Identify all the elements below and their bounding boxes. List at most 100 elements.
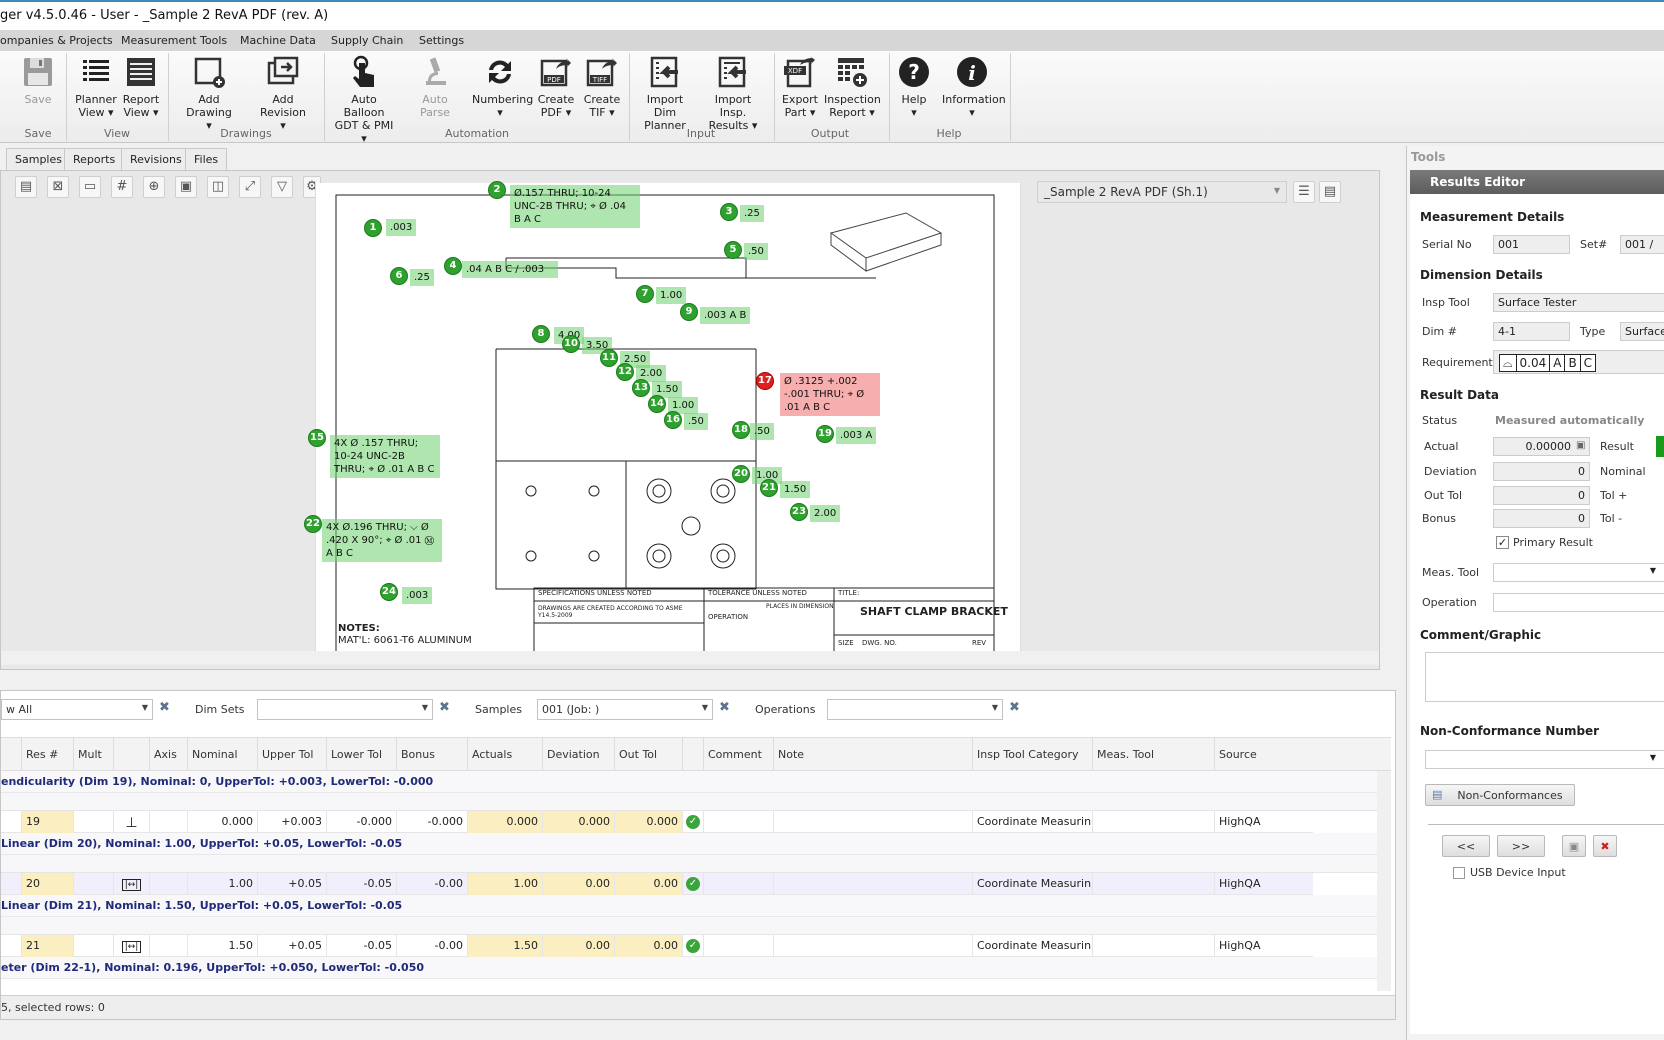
cell-symbol[interactable]: ⊥ (113, 811, 149, 833)
balloon[interactable]: 21 (760, 479, 778, 497)
cell-meas-tool[interactable] (1092, 811, 1214, 833)
balloon[interactable]: 1 (364, 219, 382, 237)
cell-deviation[interactable]: 0.000 (542, 811, 614, 833)
tab-revisions[interactable]: Revisions (121, 148, 191, 170)
cell-lower[interactable]: -0.000 (326, 811, 396, 833)
balloon[interactable]: 6 (390, 267, 408, 285)
cell-actual[interactable]: 1.50 (467, 935, 542, 957)
cell-res[interactable]: 20 (21, 873, 73, 895)
balloon[interactable]: 3 (720, 203, 738, 221)
cell-lower[interactable]: -0.05 (326, 935, 396, 957)
balloon[interactable]: 23 (790, 503, 808, 521)
usb-device-input-checkbox[interactable] (1453, 867, 1465, 879)
save-result-button[interactable]: ▣ (1562, 835, 1586, 857)
cell-mult[interactable] (73, 873, 113, 895)
group-header-row[interactable]: Linear (Dim 20), Nominal: 1.00, UpperTol… (1, 833, 1377, 855)
import-dim-planner-button[interactable]: Import Dim Planner (636, 55, 694, 132)
col-out-tol[interactable]: Out Tol (614, 738, 682, 772)
col-mult[interactable]: Mult (73, 738, 113, 772)
group-header-row[interactable]: Linear (Dim 21), Nominal: 1.50, UpperTol… (1, 895, 1377, 917)
cell-source[interactable]: HighQA (1214, 873, 1313, 895)
cell-upper[interactable]: +0.05 (257, 935, 326, 957)
dim-sets-select[interactable]: ▼ (257, 699, 433, 720)
samples-select[interactable]: 001 (Job: ) ▼ (537, 699, 713, 720)
cell-nominal[interactable]: 1.50 (187, 935, 257, 957)
cell-outtol[interactable]: 0.00 (614, 873, 682, 895)
clear-samples-icon[interactable]: ✖ (719, 700, 730, 715)
cell-note[interactable] (773, 935, 972, 957)
cell-bonus[interactable]: -0.000 (396, 811, 467, 833)
numbering-button[interactable]: Numbering ▾ (472, 55, 533, 119)
fit-width-icon[interactable]: ◫ (207, 176, 229, 198)
save-button[interactable]: Save (20, 55, 56, 106)
list-view-icon[interactable]: ☰ (1293, 181, 1315, 203)
col-actuals[interactable]: Actuals (467, 738, 542, 772)
cell-axis[interactable] (149, 935, 187, 957)
cell-status[interactable]: ✓ (682, 873, 703, 895)
meas-tool-select[interactable]: ▼ (1493, 563, 1664, 582)
menu-companies-projects[interactable]: ompanies & Projects (0, 34, 113, 47)
planner-view-button[interactable]: Planner View ▾ (72, 55, 120, 119)
cell-outtol[interactable]: 0.000 (614, 811, 682, 833)
table-row[interactable]: 20 |↔| 1.00 +0.05 -0.05 -0.00 1.00 0.00 0.00 ✓ Coo… (1, 873, 1313, 895)
cell-insp-tool[interactable]: Coordinate Measurin... (972, 935, 1092, 957)
drawing-horizontal-scrollbar[interactable] (1, 651, 1379, 665)
clear-view-filter-icon[interactable]: ✖ (159, 700, 170, 715)
bonus-field[interactable]: 0 (1493, 509, 1590, 528)
balloon[interactable]: 12 (616, 363, 634, 381)
balloon[interactable]: 9 (680, 303, 698, 321)
help-button[interactable]: ? Help ▾ (896, 55, 932, 119)
col-res-num[interactable]: Res # (21, 738, 73, 772)
create-pdf-button[interactable]: PDF Create PDF ▾ (536, 55, 576, 119)
cell-meas-tool[interactable] (1092, 873, 1214, 895)
export-part-button[interactable]: XDF Export Part ▾ (780, 55, 820, 119)
col-comment[interactable]: Comment (703, 738, 773, 772)
cell-nominal[interactable]: 0.000 (187, 811, 257, 833)
cell-deviation[interactable]: 0.00 (542, 935, 614, 957)
cell-note[interactable] (773, 873, 972, 895)
col-nominal[interactable]: Nominal (187, 738, 257, 772)
cell-insp-tool[interactable]: Coordinate Measurin... (972, 811, 1092, 833)
previous-button[interactable]: << (1442, 835, 1490, 857)
clear-box-icon[interactable]: ⊠ (47, 176, 69, 198)
cell-symbol[interactable]: |↔| (113, 935, 149, 957)
cell-meas-tool[interactable] (1092, 935, 1214, 957)
cell-source[interactable]: HighQA (1214, 935, 1313, 957)
balloon[interactable]: 7 (636, 285, 654, 303)
cell-comment[interactable] (703, 811, 773, 833)
col-source[interactable]: Source (1214, 738, 1313, 772)
operation-field[interactable] (1493, 593, 1664, 612)
cell-insp-tool[interactable]: Coordinate Measurin... (972, 873, 1092, 895)
save-small-icon[interactable]: ▣ (1576, 440, 1585, 451)
cell-res[interactable]: 21 (21, 935, 73, 957)
report-view-button[interactable]: Report View ▾ (120, 55, 162, 119)
cell-note[interactable] (773, 811, 972, 833)
dim-number-field[interactable]: 4-1 (1493, 322, 1570, 341)
col-status[interactable] (682, 738, 703, 772)
rectangle-icon[interactable]: ▭ (79, 176, 101, 198)
balloon[interactable]: 19 (816, 425, 834, 443)
balloon[interactable]: 5 (724, 241, 742, 259)
deviation-field[interactable]: 0 (1493, 462, 1590, 481)
cell-symbol[interactable]: |↔| (113, 873, 149, 895)
balloon[interactable]: 2 (488, 181, 506, 199)
import-insp-results-button[interactable]: Import Insp. Results ▾ (700, 55, 766, 132)
view-filter-select[interactable]: w All ▼ (1, 699, 153, 720)
cell-status[interactable]: ✓ (682, 935, 703, 957)
col-symbol[interactable] (113, 738, 149, 772)
col-note[interactable]: Note (773, 738, 972, 772)
add-drawing-button[interactable]: Add Drawing ▾ (176, 55, 242, 132)
balloon[interactable]: 24 (380, 583, 398, 601)
balloon[interactable]: 4 (444, 257, 462, 275)
col-lower-tol[interactable]: Lower Tol (326, 738, 396, 772)
cell-mult[interactable] (73, 811, 113, 833)
balloon[interactable]: 10 (562, 335, 580, 353)
delete-result-button[interactable]: ✖ (1593, 835, 1617, 857)
cell-mult[interactable] (73, 935, 113, 957)
group-header-row[interactable]: eter (Dim 22-1), Nominal: 0.196, UpperTo… (1, 957, 1377, 979)
serial-no-field[interactable]: 001 (1493, 235, 1570, 254)
sheet-selector[interactable]: _Sample 2 RevA PDF (Sh.1) ▼ (1037, 181, 1287, 203)
set-number-field[interactable]: 001 / (1620, 235, 1664, 254)
menu-machine-data[interactable]: Machine Data (240, 34, 316, 47)
balloon[interactable]: 16 (664, 411, 682, 429)
